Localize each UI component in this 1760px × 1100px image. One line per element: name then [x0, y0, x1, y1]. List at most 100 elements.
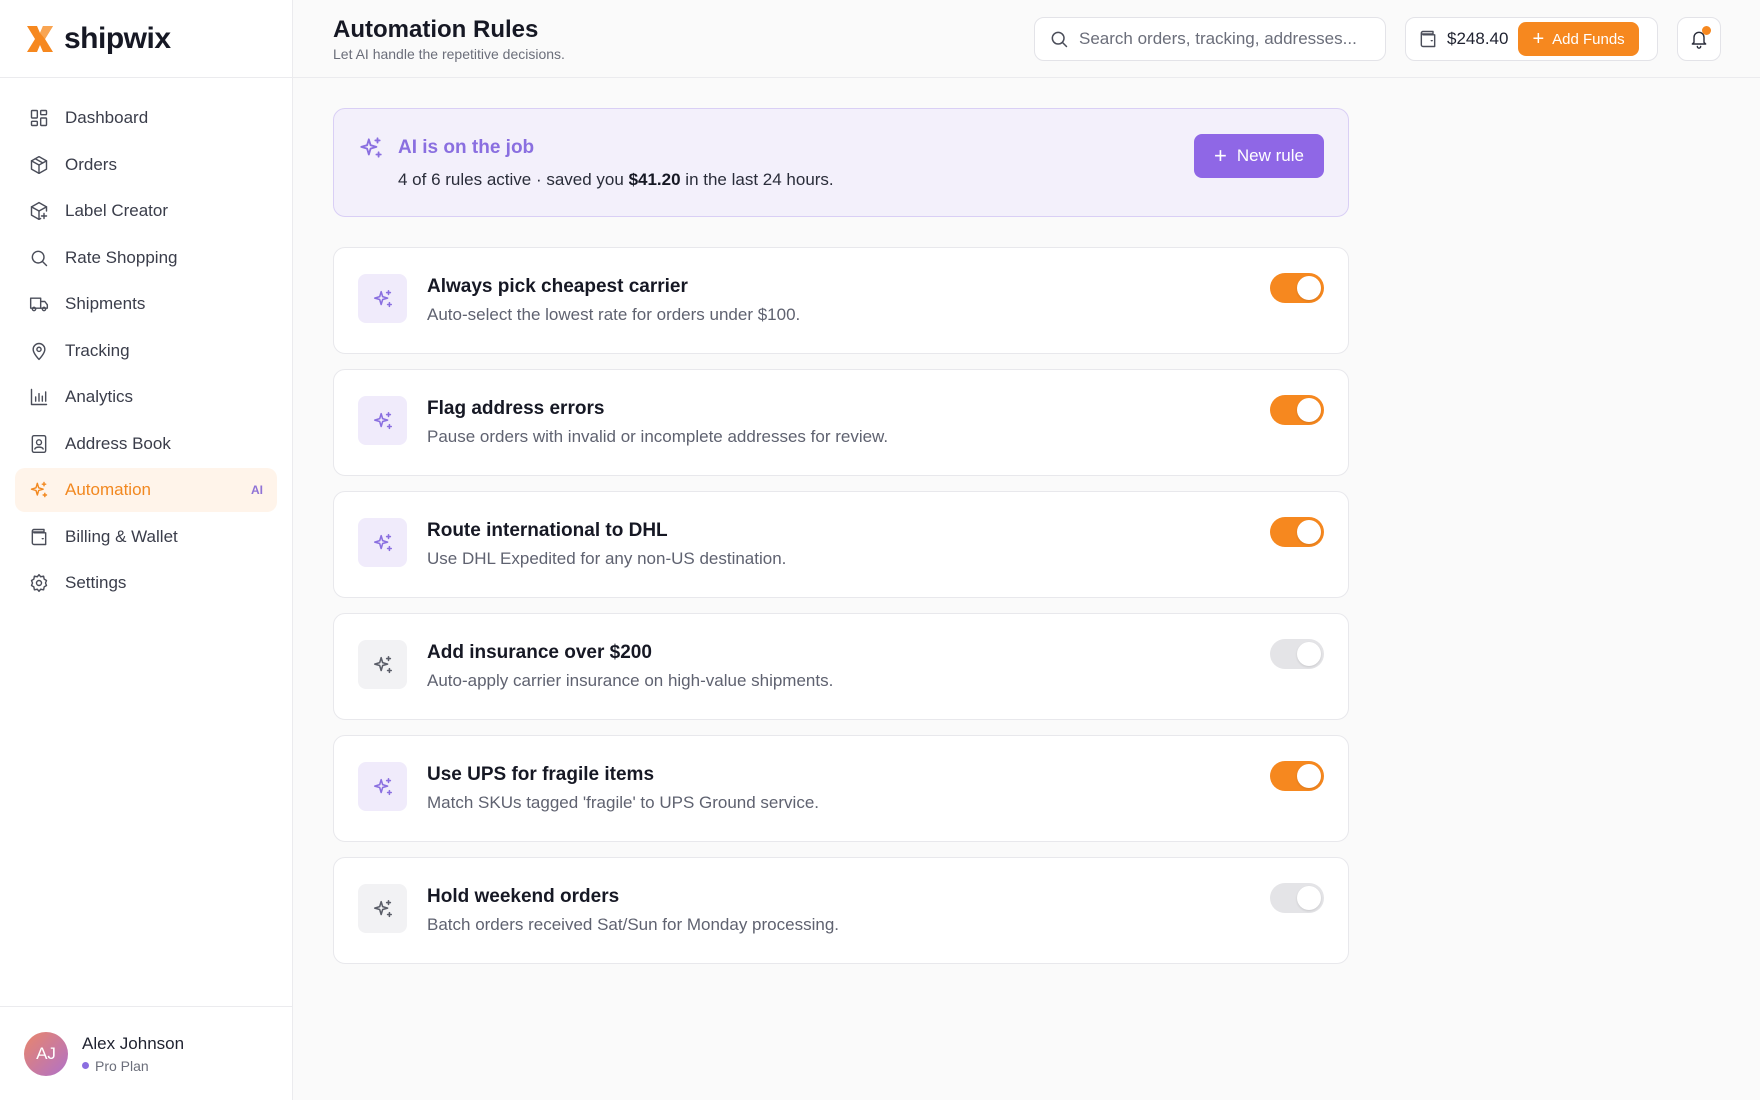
sidebar-item-settings[interactable]: Settings	[15, 561, 277, 605]
new-rule-label: New rule	[1236, 146, 1304, 165]
box-icon	[29, 155, 49, 175]
toggle-knob	[1297, 276, 1321, 300]
sidebar-item-label: Analytics	[65, 387, 134, 406]
notification-dot	[1702, 26, 1711, 35]
rule-title: Flag address errors	[427, 398, 605, 419]
sidebar-item-label-creator[interactable]: Label Creator	[15, 189, 277, 233]
sidebar-item-analytics[interactable]: Analytics	[15, 375, 277, 419]
shipwix-logo-icon	[27, 25, 53, 52]
rule-toggle[interactable]	[1270, 761, 1324, 791]
search-icon	[29, 248, 49, 268]
rule-toggle[interactable]	[1270, 273, 1324, 303]
toggle-knob	[1297, 764, 1321, 788]
bar-chart-icon	[29, 387, 49, 407]
truck-icon	[29, 294, 49, 314]
sparkle-icon	[358, 135, 384, 161]
rule-title: Hold weekend orders	[427, 886, 620, 907]
banner-title: AI is on the job	[398, 137, 535, 158]
brand[interactable]: shipwix	[0, 0, 292, 78]
sidebar-nav: Dashboard Orders Label Creator Rate Shop…	[0, 78, 292, 605]
rule-title: Route international to DHL	[427, 520, 668, 541]
user-name: Alex Johnson	[82, 1033, 185, 1053]
sidebar-item-tracking[interactable]: Tracking	[15, 329, 277, 373]
sidebar-item-address-book[interactable]: Address Book	[15, 422, 277, 466]
rule-description: Auto-apply carrier insurance on high-val…	[427, 671, 834, 690]
sidebar-item-orders[interactable]: Orders	[15, 143, 277, 187]
new-rule-button[interactable]: + New rule	[1194, 134, 1324, 178]
rule-title: Always pick cheapest carrier	[427, 276, 688, 297]
sidebar-item-label: Shipments	[65, 294, 146, 313]
sidebar-item-label: Automation	[65, 480, 151, 499]
sidebar-item-shipments[interactable]: Shipments	[15, 282, 277, 326]
banner-text-prefix: 4 of 6 rules active · saved you	[398, 170, 629, 189]
sidebar-item-label: Orders	[65, 154, 117, 174]
page-title: Automation Rules	[333, 16, 539, 43]
rule-description: Batch orders received Sat/Sun for Monday…	[427, 915, 839, 934]
map-pin-icon	[29, 341, 49, 361]
sparkle-icon	[358, 274, 407, 323]
rule-description: Auto-select the lowest rate for orders u…	[427, 305, 801, 324]
rule-description: Use DHL Expedited for any non-US destina…	[427, 549, 787, 568]
plus-icon: +	[1532, 28, 1545, 50]
ai-badge: AI	[251, 483, 263, 497]
sparkle-icon	[358, 518, 407, 567]
sparkle-icon	[358, 762, 407, 811]
rule-card: Hold weekend orders Batch orders receive…	[333, 857, 1349, 964]
rule-card: Add insurance over $200 Auto-apply carri…	[333, 613, 1349, 720]
page-subtitle: Let AI handle the repetitive decisions.	[333, 46, 565, 62]
rule-toggle[interactable]	[1270, 639, 1324, 669]
avatar: AJ	[24, 1031, 68, 1076]
add-funds-label: Add Funds	[1552, 30, 1625, 48]
plan-label: Pro Plan	[95, 1057, 149, 1074]
rule-description: Match SKUs tagged 'fragile' to UPS Groun…	[427, 793, 820, 812]
savings-amount: $41.20	[628, 170, 681, 189]
rule-card: Route international to DHL Use DHL Exped…	[333, 491, 1349, 598]
main-content: AI is on the job 4 of 6 rules active · s…	[333, 108, 1349, 979]
wallet-widget: $248.40 + Add Funds	[1405, 17, 1658, 61]
toggle-knob	[1297, 642, 1321, 666]
rule-toggle[interactable]	[1270, 517, 1324, 547]
rule-card: Use UPS for fragile items Match SKUs tag…	[333, 735, 1349, 842]
sidebar-item-label: Billing & Wallet	[65, 526, 178, 546]
rule-card: Flag address errors Pause orders with in…	[333, 369, 1349, 476]
add-funds-button[interactable]: + Add Funds	[1518, 22, 1639, 56]
sidebar-item-label: Settings	[65, 573, 127, 592]
sidebar-item-label: Label Creator	[65, 201, 169, 220]
sidebar: shipwix Dashboard Orders Label Creator R…	[0, 0, 293, 1100]
search-box[interactable]	[1034, 17, 1386, 61]
banner-text-suffix: in the last 24 hours.	[680, 170, 834, 189]
wallet-balance: $248.40	[1447, 29, 1509, 48]
gear-icon	[29, 573, 49, 593]
sparkle-icon	[358, 640, 407, 689]
toggle-knob	[1297, 886, 1321, 910]
toggle-knob	[1297, 398, 1321, 422]
toggle-knob	[1297, 520, 1321, 544]
wallet-icon	[1420, 30, 1436, 48]
sparkle-icon	[29, 480, 49, 500]
dashboard-icon	[29, 108, 49, 128]
banner-summary: 4 of 6 rules active · saved you $41.20 i…	[398, 170, 834, 190]
sidebar-item-label: Tracking	[65, 340, 130, 360]
search-input[interactable]	[1079, 29, 1369, 49]
wallet-icon	[29, 527, 49, 547]
sidebar-item-rate-shopping[interactable]: Rate Shopping	[15, 236, 277, 280]
package-plus-icon	[29, 201, 49, 221]
top-header: Automation Rules Let AI handle the repet…	[293, 0, 1760, 78]
rule-description: Pause orders with invalid or incomplete …	[427, 427, 889, 446]
plan-status-dot	[82, 1062, 89, 1069]
rule-title: Add insurance over $200	[427, 642, 652, 663]
user-plan: Pro Plan	[82, 1058, 184, 1074]
rule-toggle[interactable]	[1270, 395, 1324, 425]
sparkle-icon	[358, 884, 407, 933]
notifications-button[interactable]	[1677, 17, 1721, 61]
plus-icon: +	[1214, 143, 1227, 168]
sidebar-item-automation[interactable]: Automation AI	[15, 468, 277, 512]
user-profile[interactable]: AJ Alex Johnson Pro Plan	[0, 1006, 293, 1100]
sidebar-item-label: Address Book	[65, 433, 171, 453]
sidebar-item-billing-wallet[interactable]: Billing & Wallet	[15, 515, 277, 559]
ai-status-banner: AI is on the job 4 of 6 rules active · s…	[333, 108, 1349, 217]
contact-book-icon	[29, 434, 49, 454]
sidebar-item-dashboard[interactable]: Dashboard	[15, 96, 277, 140]
search-icon	[1051, 31, 1068, 48]
rule-toggle[interactable]	[1270, 883, 1324, 913]
